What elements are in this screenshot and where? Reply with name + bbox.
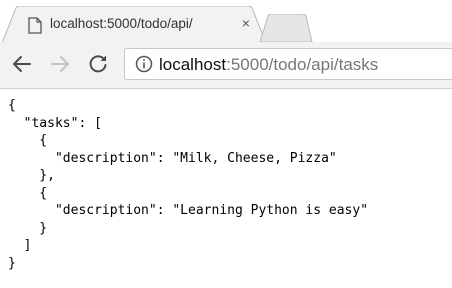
close-tab-icon[interactable]: × xyxy=(237,14,255,32)
json-line: { xyxy=(8,133,48,148)
json-line: "description": "Learning Python is easy" xyxy=(8,203,369,218)
toolbar-divider xyxy=(0,88,452,89)
json-line: "description": "Milk, Cheese, Pizza" xyxy=(8,150,337,166)
json-line: } xyxy=(8,220,48,236)
json-line: ] xyxy=(8,238,32,253)
document-icon xyxy=(28,17,42,34)
address-bar[interactable]: localhost:5000/todo/api/tasks xyxy=(124,48,452,80)
json-response: { "tasks": [ { "description": "Milk, Che… xyxy=(8,97,368,272)
forward-arrow-icon[interactable] xyxy=(48,52,72,76)
browser-toolbar: localhost:5000/todo/api/tasks xyxy=(0,42,452,88)
json-line: { xyxy=(8,185,48,201)
new-tab-button[interactable] xyxy=(254,14,314,42)
back-arrow-icon[interactable] xyxy=(10,52,34,76)
json-line: "tasks": [ xyxy=(8,115,102,131)
tab-title: localhost:5000/todo/api/ xyxy=(50,16,193,31)
json-line: }, xyxy=(8,168,55,183)
active-tab[interactable]: localhost:5000/todo/api/ × xyxy=(0,6,267,42)
json-line: { xyxy=(8,98,16,113)
url-host: localhost xyxy=(159,55,227,74)
tab-strip: localhost:5000/todo/api/ × xyxy=(0,0,452,42)
json-line: } xyxy=(8,255,16,271)
reload-icon[interactable] xyxy=(86,52,110,76)
info-icon[interactable] xyxy=(135,55,153,73)
url-text[interactable]: localhost:5000/todo/api/tasks xyxy=(159,55,378,75)
url-path: :5000/todo/api/tasks xyxy=(226,55,379,74)
